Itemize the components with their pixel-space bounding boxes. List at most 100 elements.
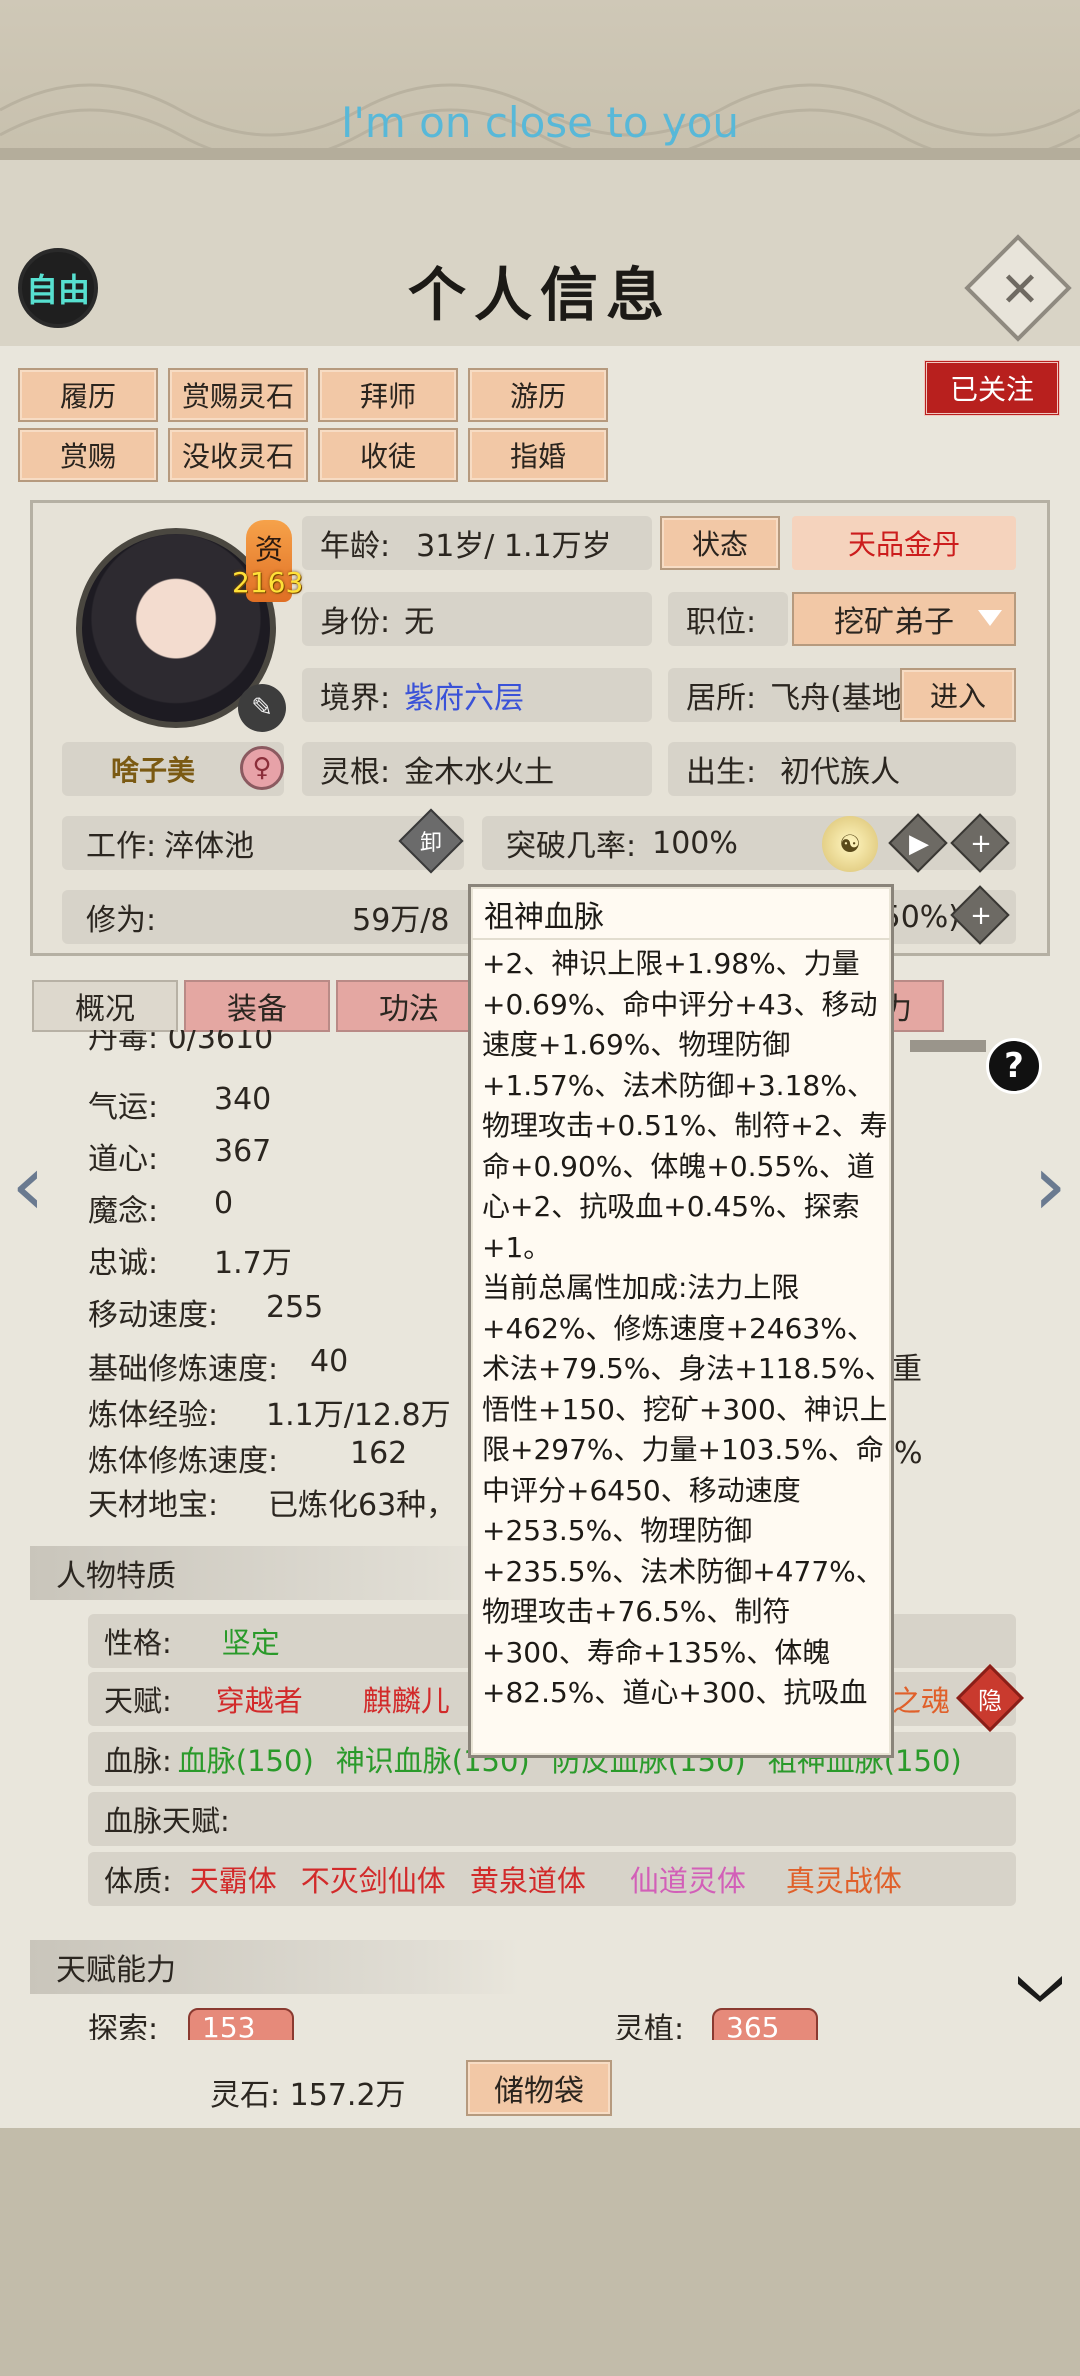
meditation-icon[interactable]: ☯	[822, 816, 878, 872]
tooltip-line: 速度+1.69%、物理防御	[482, 1028, 791, 1061]
resign-icon[interactable]: 卸	[408, 818, 454, 864]
root-label: 灵根:	[320, 755, 391, 790]
root-row: 灵根: 金木水火土	[302, 742, 652, 796]
bloodline-label: 血脉:	[104, 1744, 172, 1778]
previous-arrow-icon[interactable]: ‹	[6, 1136, 50, 1234]
close-icon[interactable]: ✕	[982, 252, 1058, 328]
spirit-stones-label: 灵石: 157.2万	[210, 2078, 406, 2113]
physique-item[interactable]: 真灵战体	[786, 1858, 902, 1900]
base-speed-label: 基础修炼速度:	[88, 1352, 279, 1387]
storage-bag-button[interactable]: 储物袋	[466, 2060, 612, 2116]
tab-overview[interactable]: 概况	[32, 980, 178, 1032]
poison-partial: 丹毒: 0/3610	[88, 1030, 274, 1056]
identity-value: 无	[404, 605, 435, 640]
tooltip-line: +300、寿命+135%、体魄	[482, 1635, 831, 1669]
residence-label: 居所:	[686, 681, 757, 716]
next-arrow-icon[interactable]: ›	[1028, 1136, 1072, 1234]
right-fragment: 重	[892, 1352, 922, 1387]
enter-button[interactable]: 进入	[900, 668, 1016, 722]
page-title: 个人信息	[407, 261, 672, 329]
treasure-value: 已炼化63种，	[268, 1488, 457, 1523]
luck-value: 340	[214, 1082, 272, 1117]
residence-value: 飞舟(基地	[770, 681, 902, 716]
position-value: 挖矿弟子	[834, 605, 954, 640]
confiscate-stones-button[interactable]: 没收灵石	[168, 428, 308, 482]
tooltip-line: +82.5%、道心+300、抗吸血	[482, 1676, 868, 1709]
plant-value: 365	[712, 2008, 818, 2040]
physique-item[interactable]: 仙道灵体	[630, 1858, 746, 1900]
demon-value: 0	[214, 1186, 234, 1221]
tooltip-line: 当前总属性加成:法力上限	[482, 1271, 800, 1304]
identity-label: 身份:	[320, 605, 391, 640]
reward-stones-button[interactable]: 赏赐灵石	[168, 368, 308, 422]
tab-equipment[interactable]: 装备	[184, 980, 330, 1032]
tooltip-line: 术法+79.5%、身法+118.5%、	[482, 1352, 886, 1385]
gender-female-icon: ♀	[240, 746, 284, 790]
tooltip-line: +0.69%、命中评分+43、移动	[482, 987, 878, 1021]
tooltip-line: +2、神识上限+1.98%、力量	[482, 947, 860, 980]
age-value: 31岁/ 1.1万岁	[416, 529, 612, 564]
breakthrough-value: 100%	[652, 825, 738, 861]
physique-label: 体质:	[104, 1864, 172, 1898]
body-exp-label: 炼体经验:	[88, 1398, 219, 1433]
tooltip-line: 中评分+6450、移动速度	[482, 1473, 801, 1507]
move-speed-value: 255	[266, 1290, 324, 1325]
history-button[interactable]: 履历	[18, 368, 158, 422]
tooltip-title: 祖神血脉	[484, 900, 604, 935]
expand-chevron-icon[interactable]	[1014, 1968, 1066, 2004]
take-disciple-button[interactable]: 收徒	[318, 428, 458, 482]
body-exp-value: 1.1万/12.8万	[266, 1398, 451, 1433]
move-speed-label: 移动速度:	[88, 1298, 219, 1333]
personality-value: 坚定	[221, 1626, 280, 1660]
work-label: 工作:	[86, 829, 157, 864]
physique-row: 体质: 天霸体 不灭剑仙体 黄泉道体 仙道灵体 真灵战体	[88, 1852, 1016, 1906]
subtitle-text: I'm on close to you	[340, 98, 740, 147]
physique-item[interactable]: 黄泉道体	[470, 1858, 586, 1900]
body-speed-value: 162	[350, 1436, 408, 1471]
luck-label: 气运:	[88, 1090, 159, 1125]
travel-button[interactable]: 游历	[468, 368, 608, 422]
talent-label: 天赋:	[104, 1684, 172, 1718]
bloodline-item[interactable]: 血脉(150)	[178, 1738, 314, 1780]
work-value: 淬体池	[164, 829, 255, 864]
apprentice-button[interactable]: 拜师	[318, 368, 458, 422]
bloodline-talent-label: 血脉天赋:	[104, 1804, 230, 1838]
birth-row: 出生: 初代族人	[668, 742, 1016, 796]
level-label: 境界:	[320, 681, 391, 716]
physique-item[interactable]: 天霸体	[190, 1858, 277, 1900]
plus-icon[interactable]: +	[958, 893, 1004, 939]
plus-icon[interactable]: +	[958, 821, 1004, 867]
aptitude-value: 2163	[232, 566, 304, 599]
dao-label: 道心:	[88, 1142, 159, 1177]
talent-item[interactable]: 麒麟儿	[363, 1678, 450, 1720]
followed-button[interactable]: 已关注	[924, 360, 1060, 416]
body-speed-label: 炼体修炼速度:	[88, 1444, 279, 1479]
age-label: 年龄:	[320, 529, 391, 564]
tooltip-line: 命+0.90%、体魄+0.55%、道	[482, 1149, 875, 1183]
tab-skills[interactable]: 功法	[336, 980, 482, 1032]
talent-item[interactable]: 之魂	[892, 1678, 950, 1720]
dao-value: 367	[214, 1134, 272, 1169]
state-button[interactable]: 状态	[660, 516, 780, 570]
tooltip-line: 心+2、抗吸血+0.45%、探索	[482, 1190, 860, 1223]
explore-value: 153	[188, 2008, 294, 2040]
arrange-marriage-button[interactable]: 指婚	[468, 428, 608, 482]
physique-item[interactable]: 不灭剑仙体	[301, 1858, 446, 1900]
birth-value: 初代族人	[780, 755, 901, 790]
realm-grade: 天品金丹	[792, 516, 1016, 570]
play-icon[interactable]: ▶	[896, 821, 942, 867]
help-icon[interactable]: ?	[986, 1038, 1042, 1094]
tooltip-divider	[472, 938, 890, 940]
hidden-icon[interactable]: 隐	[966, 1674, 1014, 1722]
tooltip-body: +2、神识上限+1.98%、力量 +0.69%、命中评分+43、移动 速度+1.69…	[482, 944, 886, 1752]
demon-label: 魔念:	[88, 1194, 159, 1229]
root-value: 金木水火土	[404, 755, 555, 790]
chevron-down-icon[interactable]	[978, 610, 1002, 626]
tooltip-line: 物理攻击+76.5%、制符	[482, 1595, 791, 1628]
edit-icon[interactable]: ✎	[238, 684, 286, 732]
level-row: 境界: 紫府六层	[302, 668, 652, 722]
reward-button[interactable]: 赏赐	[18, 428, 158, 482]
tooltip-line: 悟性+150、挖矿+300、神识上	[482, 1392, 886, 1426]
tooltip-line: 物理攻击+0.51%、制符+2、寿	[482, 1109, 886, 1142]
talent-item[interactable]: 穿越者	[216, 1678, 303, 1720]
